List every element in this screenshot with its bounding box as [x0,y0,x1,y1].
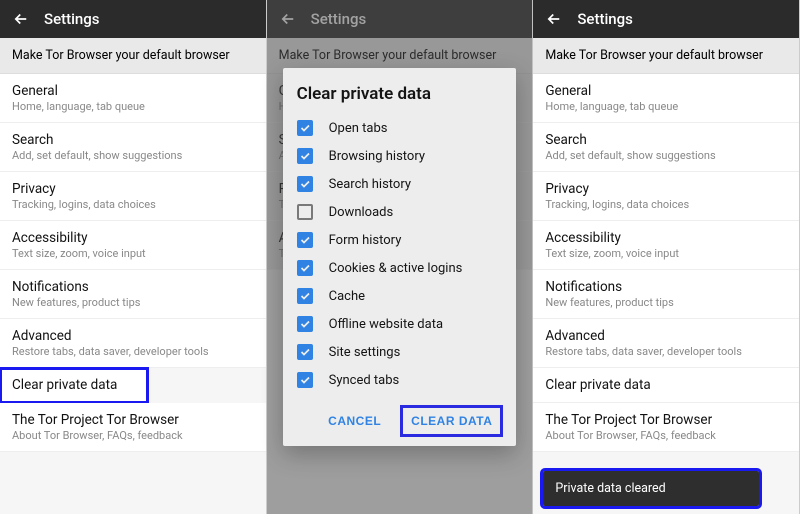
option-cookies-active-logins[interactable]: Cookies & active logins [297,254,503,282]
item-search[interactable]: Search Add, set default, show suggestion… [0,123,266,172]
toast-private-data-cleared: Private data cleared [543,471,759,506]
item-search[interactable]: SearchAdd, set default, show suggestions [533,123,799,172]
item-advanced[interactable]: Advanced Restore tabs, data saver, devel… [0,319,266,368]
checkbox-icon [297,176,313,192]
option-label: Offline website data [329,317,443,332]
app-header: Settings [533,0,799,38]
item-title: Accessibility [12,230,254,246]
item-advanced[interactable]: AdvancedRestore tabs, data saver, develo… [533,319,799,368]
option-label: Downloads [329,205,394,220]
app-header: Settings [0,0,266,38]
arrow-left-icon [545,10,563,28]
checkbox-icon [297,232,313,248]
item-sub: About Tor Browser, FAQs, feedback [12,429,254,442]
item-title: Privacy [12,181,254,197]
item-title: Search [12,132,254,148]
item-sub: Text size, zoom, voice input [12,247,254,260]
option-label: Cache [329,289,365,304]
option-open-tabs[interactable]: Open tabs [297,114,503,142]
item-about[interactable]: The Tor Project Tor BrowserAbout Tor Bro… [533,403,799,452]
item-title: The Tor Project Tor Browser [12,412,254,428]
checkbox-icon [297,372,313,388]
item-title: Advanced [12,328,254,344]
checkbox-icon [297,316,313,332]
item-sub: Tracking, logins, data choices [12,198,254,211]
item-title: General [12,83,254,99]
header-title: Settings [577,10,633,28]
header-title: Settings [44,10,100,28]
settings-panel-2: Settings Make Tor Browser your default b… [267,0,534,514]
item-privacy[interactable]: PrivacyTracking, logins, data choices [533,172,799,221]
settings-panel-3: Settings Make Tor Browser your default b… [533,0,800,514]
item-title: Notifications [12,279,254,295]
back-button[interactable] [541,6,567,32]
option-form-history[interactable]: Form history [297,226,503,254]
default-browser-banner[interactable]: Make Tor Browser your default browser [533,38,799,74]
checkbox-icon [297,344,313,360]
checkbox-icon [297,120,313,136]
item-clear-private-data[interactable]: Clear private data [0,368,148,403]
option-label: Synced tabs [329,373,400,388]
option-label: Browsing history [329,149,425,164]
option-downloads[interactable]: Downloads [297,198,503,226]
dialog-actions: CANCEL CLEAR DATA [297,406,503,436]
item-sub: New features, product tips [12,296,254,309]
option-search-history[interactable]: Search history [297,170,503,198]
item-accessibility[interactable]: Accessibility Text size, zoom, voice inp… [0,221,266,270]
option-label: Site settings [329,345,401,360]
option-browsing-history[interactable]: Browsing history [297,142,503,170]
dialog-title: Clear private data [297,84,503,104]
option-label: Form history [329,233,402,248]
item-general[interactable]: General Home, language, tab queue [0,74,266,123]
item-sub: Home, language, tab queue [12,100,254,113]
item-general[interactable]: GeneralHome, language, tab queue [533,74,799,123]
clear-data-button[interactable]: CLEAR DATA [401,406,502,436]
option-label: Search history [329,177,411,192]
default-browser-banner[interactable]: Make Tor Browser your default browser [0,38,266,74]
item-accessibility[interactable]: AccessibilityText size, zoom, voice inpu… [533,221,799,270]
cancel-button[interactable]: CANCEL [318,406,391,436]
option-label: Open tabs [329,121,388,136]
back-button[interactable] [8,6,34,32]
item-title: Clear private data [12,377,136,393]
checkbox-icon [297,148,313,164]
settings-panel-1: Settings Make Tor Browser your default b… [0,0,267,514]
option-synced-tabs[interactable]: Synced tabs [297,366,503,394]
item-notifications[interactable]: NotificationsNew features, product tips [533,270,799,319]
arrow-left-icon [12,10,30,28]
checkbox-icon [297,288,313,304]
modal-overlay[interactable]: Clear private data Open tabs Browsing his… [267,0,533,514]
option-cache[interactable]: Cache [297,282,503,310]
item-notifications[interactable]: Notifications New features, product tips [0,270,266,319]
item-sub: Restore tabs, data saver, developer tool… [12,345,254,358]
item-sub: Add, set default, show suggestions [12,149,254,162]
item-about[interactable]: The Tor Project Tor Browser About Tor Br… [0,403,266,452]
item-clear-private-data[interactable]: Clear private data [533,368,799,403]
option-site-settings[interactable]: Site settings [297,338,503,366]
option-offline-website-data[interactable]: Offline website data [297,310,503,338]
dialog-options: Open tabs Browsing history Search history D… [297,114,503,394]
option-label: Cookies & active logins [329,261,463,276]
item-privacy[interactable]: Privacy Tracking, logins, data choices [0,172,266,221]
checkbox-icon [297,260,313,276]
clear-private-data-dialog: Clear private data Open tabs Browsing his… [283,68,517,446]
checkbox-icon [297,204,313,220]
